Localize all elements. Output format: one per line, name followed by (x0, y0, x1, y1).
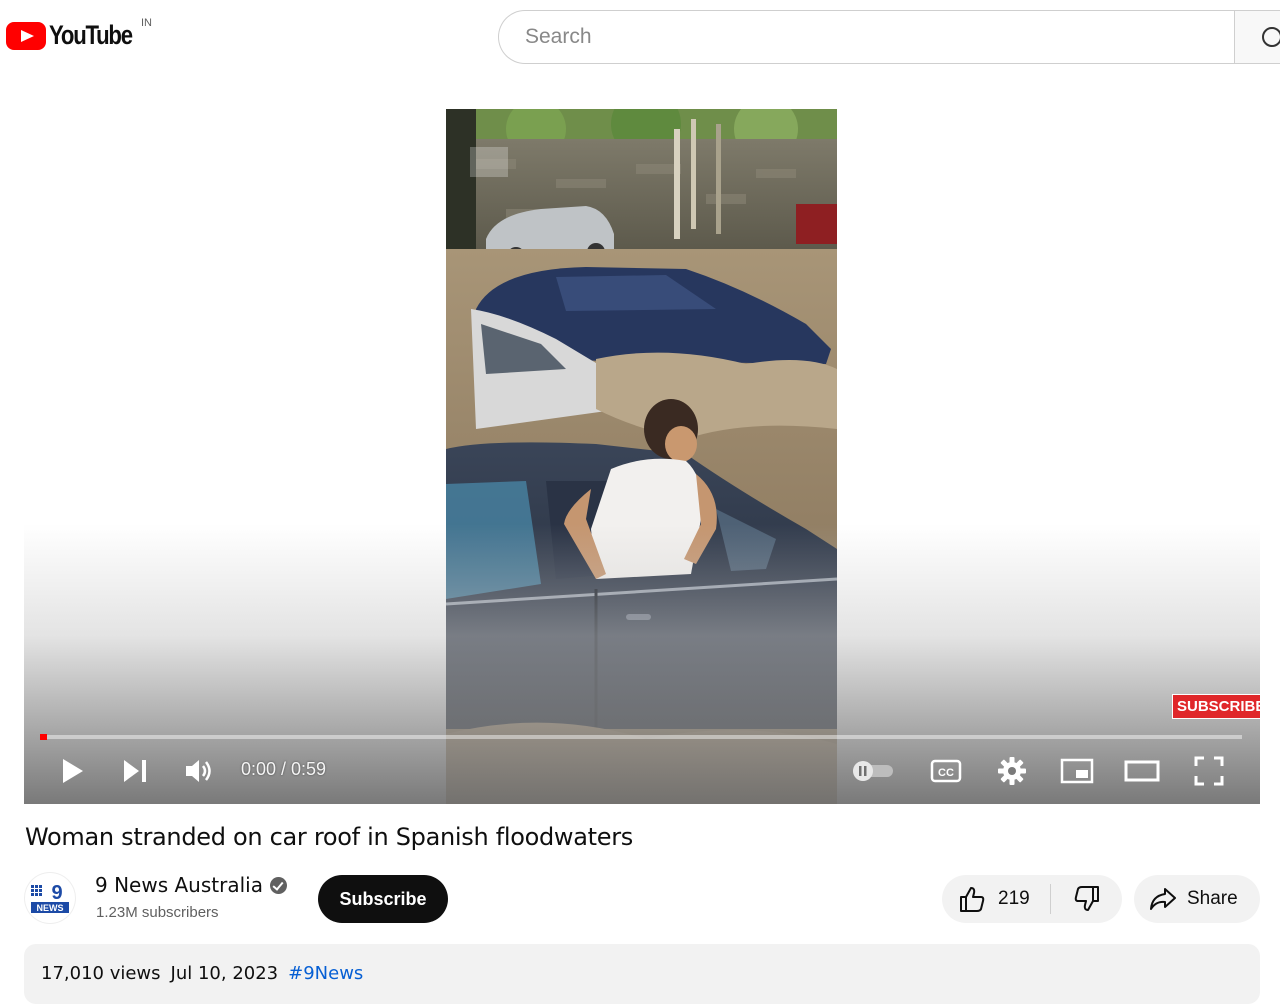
theater-mode-icon (1124, 760, 1160, 782)
video-title: Woman stranded on car roof in Spanish fl… (25, 823, 634, 851)
description-box[interactable]: 17,010 views Jul 10, 2023 #9News (24, 944, 1260, 1004)
like-dislike-group: 219 (942, 875, 1122, 923)
fullscreen-button[interactable] (1189, 749, 1229, 793)
subscribe-button[interactable]: Subscribe (318, 875, 448, 923)
thumbs-down-icon (1074, 886, 1099, 911)
play-icon (63, 759, 83, 783)
hashtag-link[interactable]: #9News (288, 963, 363, 984)
share-button[interactable]: Share (1134, 875, 1260, 923)
description-meta: 17,010 views Jul 10, 2023 #9News (41, 963, 363, 984)
logo-wordmark: YouTube (49, 20, 133, 50)
share-label: Share (1187, 888, 1238, 909)
autoplay-toggle[interactable] (847, 749, 899, 793)
svg-text:9: 9 (51, 882, 62, 904)
thumbs-up-icon (960, 887, 985, 912)
captions-button[interactable]: CC (926, 749, 966, 793)
view-count: 17,010 views (41, 963, 161, 984)
theater-mode-button[interactable] (1122, 749, 1162, 793)
svg-text:NEWS: NEWS (37, 903, 64, 913)
gear-icon (998, 757, 1026, 785)
share-icon (1150, 888, 1176, 910)
volume-icon (186, 760, 211, 782)
time-display: 0:00 / 0:59 (241, 759, 327, 779)
skip-next-icon (124, 760, 146, 782)
settings-button[interactable] (992, 749, 1032, 793)
subscriber-count: 1.23M subscribers (96, 904, 219, 921)
captions-icon: CC (930, 759, 962, 783)
progress-played (40, 734, 48, 740)
autoplay-toggle-icon (853, 761, 893, 781)
search-input[interactable] (523, 24, 1207, 50)
player-controls: 0:00 / 0:59 CC (24, 749, 1260, 793)
next-button[interactable] (117, 749, 153, 793)
like-count: 219 (998, 888, 1030, 909)
search-icon (1262, 27, 1280, 47)
verified-badge-icon (269, 876, 287, 894)
search-bar (498, 10, 1234, 64)
miniplayer-icon (1060, 758, 1094, 784)
video-player[interactable]: SUBSCRIBE 0:00 / 0:59 CC (24, 109, 1260, 804)
progress-bar[interactable] (40, 734, 1242, 740)
channel-avatar[interactable]: 9 NEWS (24, 872, 76, 924)
youtube-logo[interactable]: YouTube IN (6, 17, 152, 51)
like-button[interactable]: 219 (942, 875, 1050, 923)
nine-news-logo: 9 NEWS (31, 882, 69, 913)
miniplayer-button[interactable] (1057, 749, 1097, 793)
subscribe-watermark[interactable]: SUBSCRIBE (1172, 694, 1260, 719)
search-button[interactable] (1234, 10, 1280, 64)
mute-button[interactable] (182, 749, 218, 793)
fullscreen-icon (1194, 756, 1224, 786)
upload-date: Jul 10, 2023 (170, 963, 279, 984)
play-button[interactable] (54, 749, 90, 793)
country-code: IN (141, 17, 152, 29)
channel-name-text: 9 News Australia (95, 873, 263, 897)
channel-name[interactable]: 9 News Australia (95, 873, 287, 897)
youtube-play-icon (6, 21, 46, 50)
svg-text:CC: CC (938, 767, 954, 779)
dislike-button[interactable] (1051, 875, 1122, 923)
